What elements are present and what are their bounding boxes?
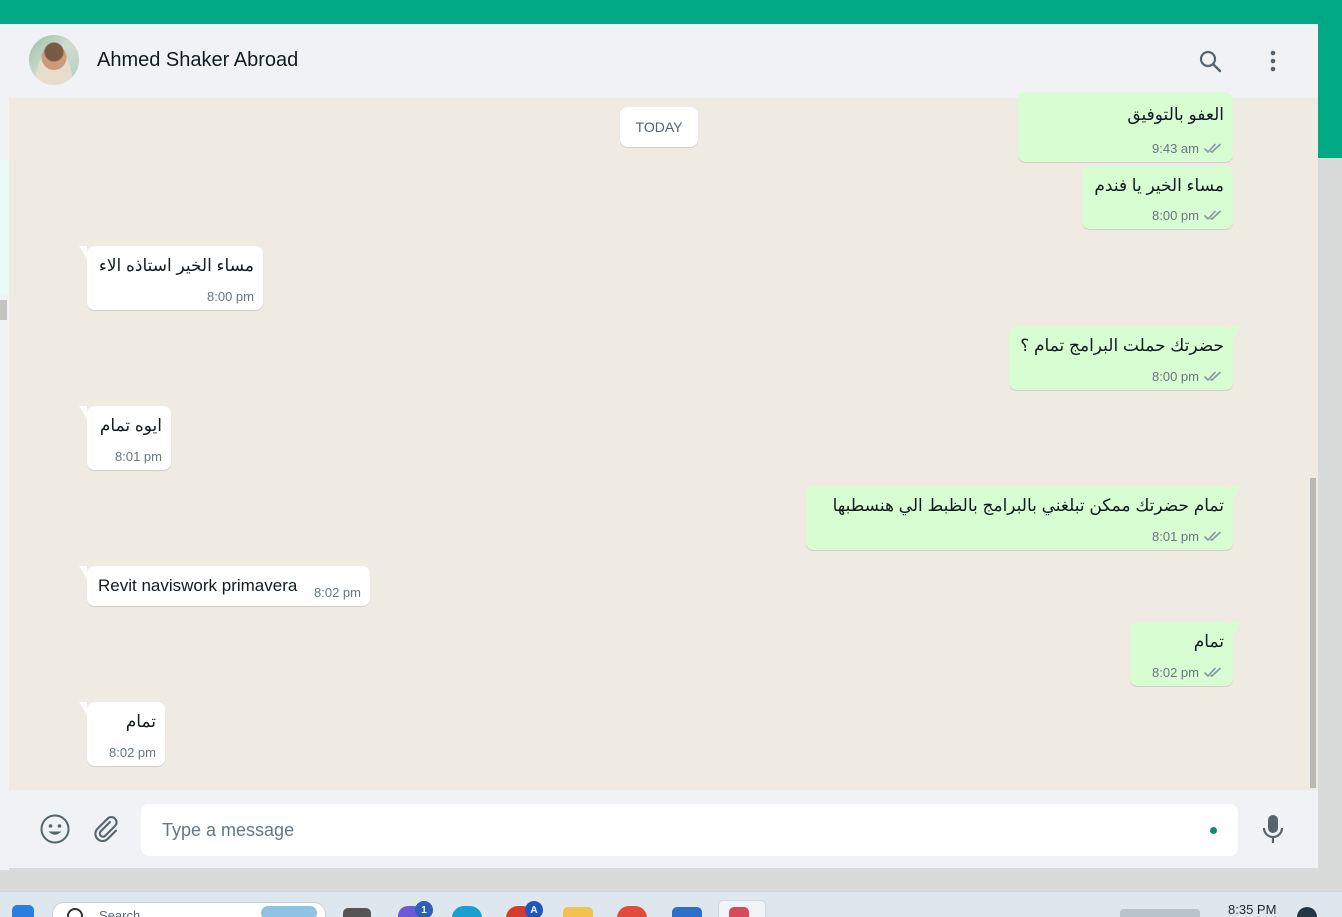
message-time: 8:00 pm bbox=[1152, 369, 1199, 384]
pinned-app-icon[interactable] bbox=[729, 907, 749, 917]
message-time: 8:01 pm bbox=[115, 449, 162, 464]
message-time: 8:02 pm bbox=[314, 585, 361, 600]
kebab-menu-icon[interactable] bbox=[1260, 48, 1286, 74]
paperclip-icon[interactable] bbox=[89, 812, 123, 846]
message-bubble-outgoing[interactable]: حضرتك حملت البرامج تمام ؟ 8:00 pm bbox=[1009, 326, 1241, 390]
message-bubble-incoming[interactable]: تمام 8:02 pm bbox=[79, 702, 165, 766]
edge-browser-icon[interactable] bbox=[452, 906, 482, 917]
read-ticks-icon bbox=[1204, 371, 1221, 382]
search-icon[interactable] bbox=[1197, 48, 1223, 74]
search-highlight-icon bbox=[261, 906, 317, 917]
taskbar-search-label: Search bbox=[99, 908, 141, 917]
message-text: تمام bbox=[1193, 632, 1224, 651]
message-time: 8:00 pm bbox=[207, 289, 254, 304]
message-bubble-incoming[interactable]: Revit naviswork primavera 8:02 pm bbox=[79, 566, 370, 606]
word-app-icon[interactable] bbox=[672, 907, 702, 917]
contact-avatar[interactable] bbox=[29, 35, 79, 85]
message-meta: 9:43 am bbox=[1152, 141, 1222, 156]
message-bubble-outgoing[interactable]: تمام 8:02 pm bbox=[1130, 622, 1241, 686]
message-meta: 8:01 pm bbox=[1152, 529, 1222, 544]
message-meta: 8:02 pm bbox=[1152, 665, 1222, 680]
notification-badge: 1 bbox=[415, 901, 433, 917]
read-ticks-icon bbox=[1204, 210, 1221, 221]
contact-name[interactable]: Ahmed Shaker Abroad bbox=[97, 49, 298, 72]
read-ticks-icon bbox=[1204, 667, 1221, 678]
chrome-app-icon[interactable] bbox=[617, 906, 647, 917]
os-taskbar: Search 1 A 8:35 PM bbox=[0, 891, 1342, 917]
message-time: 9:43 am bbox=[1152, 141, 1199, 156]
message-text: مساء الخير يا فندم bbox=[1094, 176, 1224, 195]
message-text: مساء الخير استاذه الاء bbox=[98, 256, 254, 275]
chat-scrollbar[interactable] bbox=[1310, 478, 1316, 788]
emoji-icon[interactable] bbox=[38, 812, 72, 846]
message-text: ايوه تمام bbox=[99, 416, 162, 435]
start-button-icon[interactable] bbox=[12, 905, 34, 917]
taskbar-clock[interactable]: 8:35 PM bbox=[1228, 902, 1276, 917]
bubble-tail bbox=[1233, 326, 1241, 339]
input-status-dot bbox=[1210, 827, 1217, 834]
bubble-tail bbox=[1233, 622, 1241, 635]
message-bubble-outgoing[interactable]: العفو بالتوفيق 9:43 am bbox=[1018, 92, 1233, 162]
profile-badge: A bbox=[525, 901, 543, 917]
message-composer bbox=[9, 790, 1318, 868]
chat-header: Ahmed Shaker Abroad bbox=[9, 24, 1318, 98]
notification-center-icon[interactable] bbox=[1297, 907, 1317, 917]
message-bubble-outgoing[interactable]: تمام حضرتك ممكن تبلغني بالبرامج بالظبط ا… bbox=[806, 486, 1241, 550]
message-meta: 8:00 pm bbox=[1152, 208, 1222, 223]
left-edge-highlight bbox=[0, 160, 9, 294]
system-tray-icons[interactable] bbox=[1120, 909, 1200, 917]
message-text: حضرتك حملت البرامج تمام ؟ bbox=[1020, 336, 1224, 355]
bubble-tail bbox=[79, 702, 87, 715]
message-input[interactable] bbox=[141, 804, 1238, 856]
message-bubble-incoming[interactable]: ايوه تمام 8:01 pm bbox=[79, 406, 171, 470]
left-edge-marker bbox=[0, 300, 7, 320]
message-text: Revit naviswork primavera bbox=[98, 576, 298, 595]
bubble-tail bbox=[79, 566, 87, 579]
file-explorer-icon[interactable] bbox=[563, 907, 593, 917]
taskbar-search-box[interactable]: Search bbox=[52, 902, 326, 917]
message-bubble-outgoing[interactable]: مساء الخير يا فندم 8:00 pm bbox=[1082, 166, 1233, 229]
window-top-band bbox=[0, 0, 1342, 24]
bubble-tail bbox=[1233, 486, 1241, 499]
message-time: 8:00 pm bbox=[1152, 208, 1199, 223]
bubble-tail bbox=[79, 406, 87, 419]
message-text: تمام bbox=[125, 712, 156, 731]
background-green-strip bbox=[1318, 24, 1342, 158]
date-separator: TODAY bbox=[620, 107, 698, 147]
message-text: العفو بالتوفيق bbox=[1127, 105, 1224, 124]
message-time: 8:02 pm bbox=[1152, 665, 1199, 680]
task-view-icon[interactable] bbox=[343, 908, 371, 917]
message-list[interactable]: TODAY العفو بالتوفيق 9:43 am مساء الخير … bbox=[9, 92, 1318, 790]
microphone-icon[interactable] bbox=[1256, 812, 1290, 846]
whatsapp-chat-window: Ahmed Shaker Abroad TODAY العفو بالتوفيق… bbox=[9, 24, 1318, 868]
read-ticks-icon bbox=[1204, 531, 1221, 542]
message-time: 8:01 pm bbox=[1152, 529, 1199, 544]
left-window-edge bbox=[0, 24, 9, 870]
message-time: 8:02 pm bbox=[109, 745, 156, 760]
message-meta: 8:00 pm bbox=[1152, 369, 1222, 384]
bubble-tail bbox=[79, 246, 87, 259]
message-bubble-incoming[interactable]: مساء الخير استاذه الاء 8:00 pm bbox=[79, 246, 263, 310]
read-ticks-icon bbox=[1204, 143, 1221, 154]
search-icon bbox=[67, 908, 83, 917]
message-text: تمام حضرتك ممكن تبلغني بالبرامج بالظبط ا… bbox=[832, 496, 1224, 515]
